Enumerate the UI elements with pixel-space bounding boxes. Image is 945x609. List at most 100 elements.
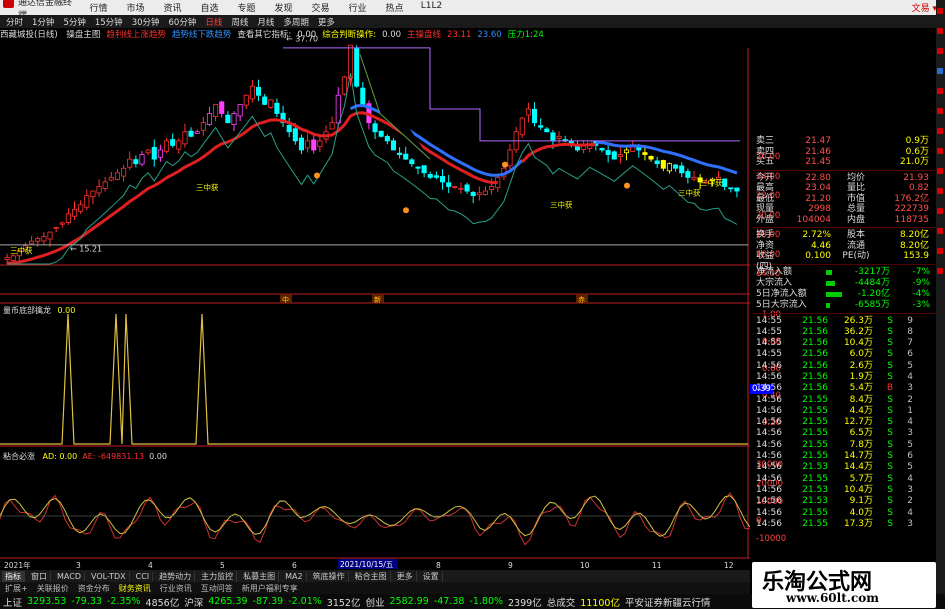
- candle-body: [133, 159, 139, 165]
- indicator-tab[interactable]: 粘合主图: [352, 570, 391, 582]
- stat-label: 内盘: [846, 214, 865, 225]
- menu-item-9[interactable]: L1L2: [413, 1, 450, 14]
- trade-side: S: [887, 439, 893, 450]
- indicator-tab[interactable]: MA2: [282, 571, 307, 581]
- indicator-tab[interactable]: 指标: [2, 570, 25, 582]
- candle-body: [237, 104, 243, 117]
- date-tick-label: 6: [292, 561, 297, 570]
- period-tab[interactable]: 多周期: [281, 16, 311, 28]
- menu-item-0[interactable]: 行情: [80, 1, 117, 14]
- stat-label: 外盘: [756, 214, 775, 225]
- info-tab[interactable]: 扩展+: [2, 583, 31, 594]
- sidebar-icon[interactable]: [937, 48, 943, 54]
- account-menu[interactable]: 文易 ▾: [835, 1, 945, 14]
- status-item: 沪深: [184, 597, 204, 609]
- trade-price: 21.56: [802, 338, 828, 349]
- indicator-tab[interactable]: 主力监控: [198, 570, 238, 582]
- info-tab[interactable]: 关联报价: [34, 583, 72, 594]
- trade-price: 21.56: [802, 349, 828, 360]
- status-item: -87.39: [252, 596, 284, 607]
- trade-time: 14:56: [756, 394, 782, 405]
- info-tabs: 扩展+ 关联报价 资金分布 财务资讯 行业资讯 互动问答 新用户福利专享: [0, 582, 750, 594]
- candle-body: [611, 151, 617, 160]
- info-tab[interactable]: 行业资讯: [157, 583, 195, 594]
- info-tab[interactable]: 资金分布: [75, 583, 113, 594]
- menu-item-7[interactable]: 行业: [339, 1, 376, 14]
- sidebar-icon[interactable]: [937, 168, 943, 174]
- period-tab[interactable]: 周线: [229, 16, 250, 28]
- stat-label: 收益(四): [756, 251, 775, 272]
- candle-body: [372, 123, 378, 133]
- fire-marker-icon: [403, 207, 409, 214]
- sidebar-icon[interactable]: [937, 148, 943, 154]
- sidebar-icon[interactable]: [937, 188, 943, 194]
- sidebar-icon[interactable]: [937, 8, 943, 14]
- indicator-tab[interactable]: 窗口: [28, 570, 51, 582]
- period-tab[interactable]: 更多: [316, 16, 337, 28]
- trade-price: 21.56: [802, 383, 828, 394]
- sidebar-icon[interactable]: [937, 228, 943, 234]
- menu-item-6[interactable]: 交易: [302, 1, 339, 14]
- chart-area[interactable]: ← 37.70← 15.21三中获三中获三中获三中获三中获中新赤2021年 3 4 5…: [0, 28, 750, 570]
- quote-panel: 卖三 21.47 0.9万 卖四 21.46 0.6万 买五 21.45 21.0万 今开 22.…: [753, 136, 936, 564]
- period-tab[interactable]: 60分钟: [167, 16, 199, 28]
- sidebar-icon[interactable]: [937, 208, 943, 214]
- status-item: -1.80%: [469, 596, 504, 607]
- stat-label: 最高: [756, 183, 775, 193]
- period-tab[interactable]: 日线: [203, 16, 224, 28]
- menu-item-8[interactable]: 热点: [376, 1, 413, 14]
- period-tab[interactable]: 15分钟: [93, 16, 125, 28]
- trade-row: 14:56 21.53 9.1万 S 2: [753, 496, 936, 507]
- trade-volume: 5.4万: [849, 383, 873, 394]
- period-tab[interactable]: 分时: [4, 16, 25, 28]
- sidebar-icon[interactable]: [937, 28, 943, 34]
- info-tab[interactable]: 互动问答: [198, 583, 236, 594]
- divider: [753, 263, 936, 265]
- trade-row: 14:56 21.56 5.4万 B 3: [753, 383, 936, 394]
- trade-time: 14:56: [756, 360, 782, 371]
- menu-item-5[interactable]: 发现: [265, 1, 302, 14]
- candle-body: [200, 122, 206, 131]
- candle-body: [114, 172, 121, 180]
- indicator-tab[interactable]: 设置: [420, 570, 443, 582]
- info-tab[interactable]: 新用户福利专享: [239, 583, 301, 594]
- indicator-tab[interactable]: VOL-TDX: [88, 571, 130, 581]
- indicator-tab[interactable]: 趋势动力: [156, 570, 196, 582]
- indicator-tab[interactable]: CCI: [133, 571, 154, 581]
- candle-body: [679, 165, 685, 174]
- indicator-tab[interactable]: 私募主图: [240, 570, 280, 582]
- sidebar-icon[interactable]: [937, 108, 943, 114]
- candle-body: [10, 255, 16, 261]
- indicator-tab[interactable]: MACD: [54, 571, 85, 581]
- sidebar-icon[interactable]: [937, 128, 943, 134]
- sidebar-icon[interactable]: [937, 68, 943, 74]
- period-tab[interactable]: 月线: [255, 16, 276, 28]
- period-tab[interactable]: 30分钟: [130, 16, 162, 28]
- stat-label: 换手: [756, 230, 775, 240]
- stat-row: 净资 4.46 流通 8.20亿: [753, 241, 936, 252]
- menu-item-1[interactable]: 市场: [117, 1, 154, 14]
- menu-item-3[interactable]: 自选: [191, 1, 228, 14]
- candle-body: [84, 195, 90, 208]
- trade-row: 14:56 21.55 17.3万 S 3: [753, 519, 936, 530]
- candle-body: [648, 156, 654, 160]
- flow-row: 5日大宗流入 -6585万 -3%: [753, 300, 936, 311]
- indicator-tab[interactable]: 更多: [394, 570, 417, 582]
- period-tab[interactable]: 5分钟: [61, 16, 87, 28]
- trend-line-down: [595, 140, 738, 175]
- menu-item-2[interactable]: 资讯: [154, 1, 191, 14]
- info-tab[interactable]: 财务资讯: [116, 583, 154, 594]
- candle-body: [268, 99, 274, 108]
- trade-volume: 8.4万: [849, 394, 873, 405]
- trade-row: 14:56 21.55 8.4万 S 2: [753, 395, 936, 406]
- sidebar-icon[interactable]: [937, 88, 943, 94]
- period-tab[interactable]: 1分钟: [30, 16, 56, 28]
- indicator-tab[interactable]: 筑底操作: [310, 570, 349, 582]
- sidebar-icon[interactable]: [937, 268, 943, 274]
- trade-count: 5: [907, 462, 913, 473]
- status-item: -2.01%: [288, 596, 322, 607]
- menu-item-4[interactable]: 专题: [228, 1, 265, 14]
- sidebar-icon[interactable]: [937, 248, 943, 254]
- fire-marker-icon: [502, 161, 508, 168]
- candle-body: [341, 76, 347, 95]
